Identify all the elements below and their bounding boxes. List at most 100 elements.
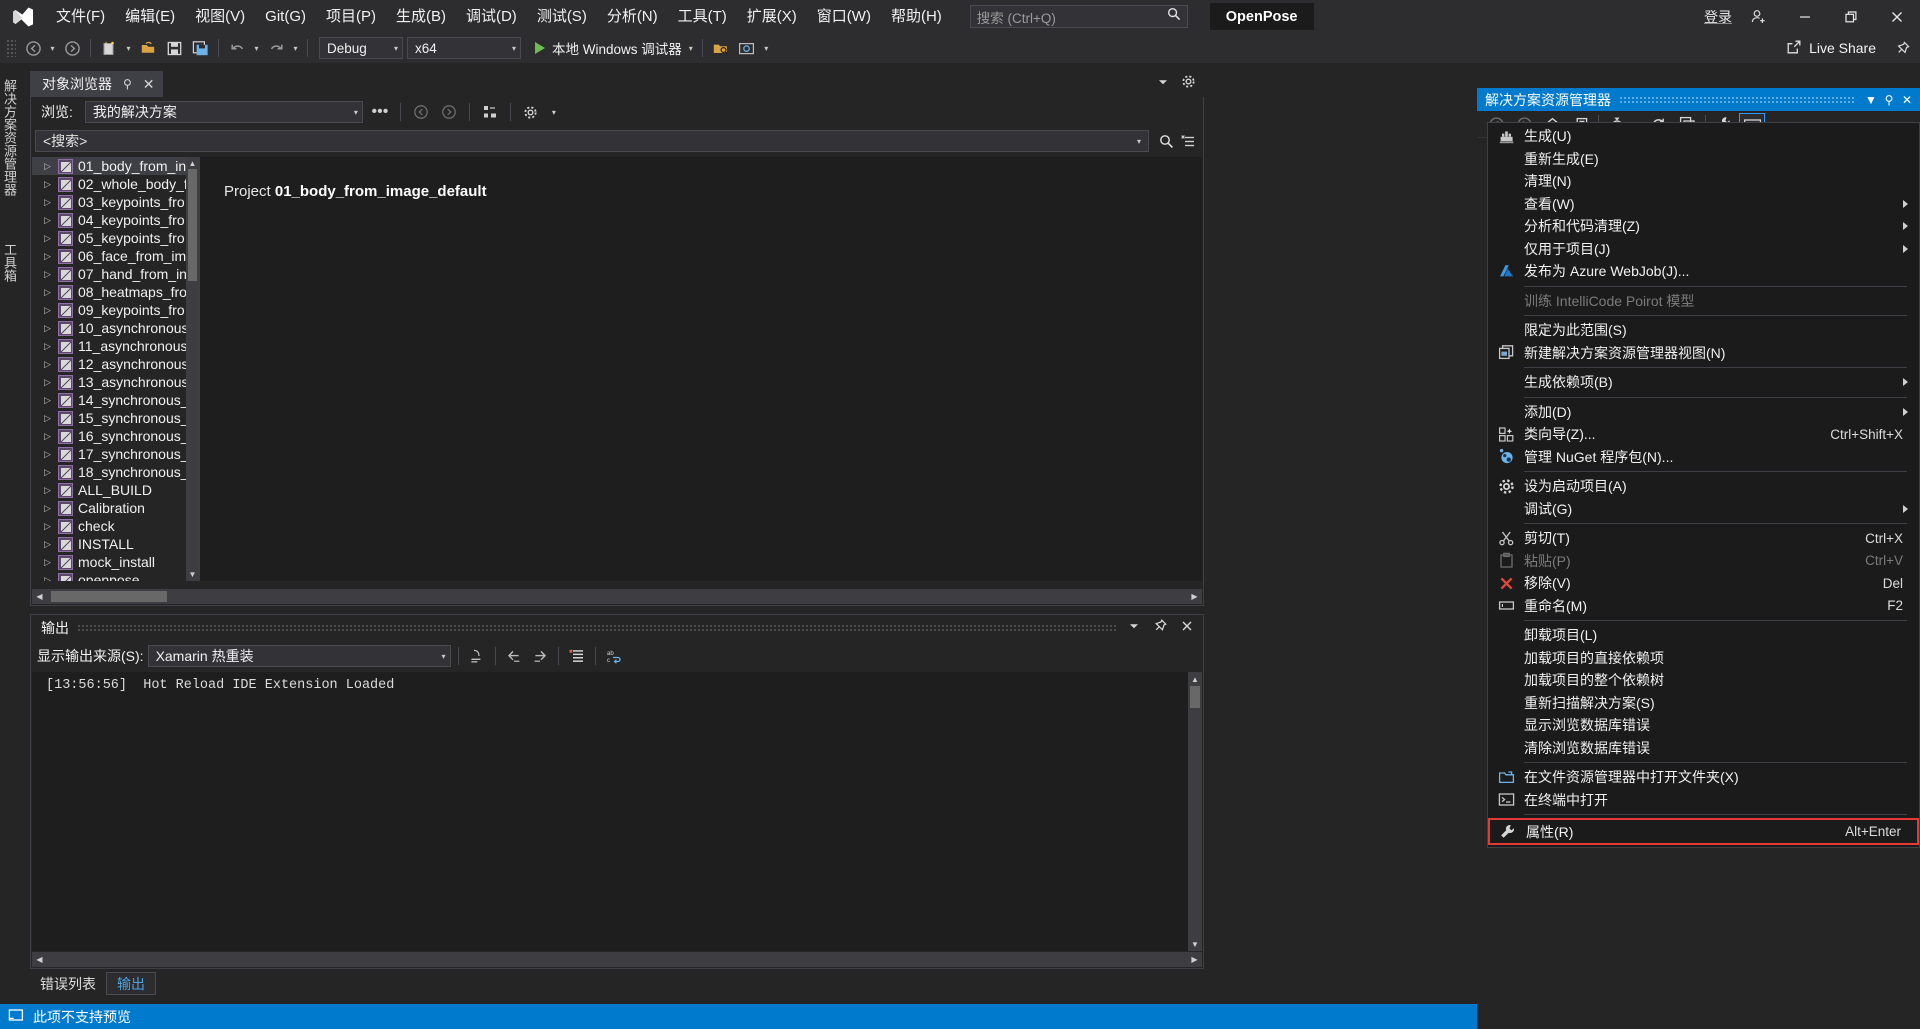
vertical-tab-toolbox[interactable]: 工具箱 [0,235,23,290]
expand-arrow-icon[interactable]: ▷ [44,431,58,442]
output-clear-all-icon[interactable] [566,645,588,667]
object-browser-clear-search-icon[interactable] [1177,130,1199,152]
expand-arrow-icon[interactable]: ▷ [44,269,58,280]
context-menu-item[interactable]: 重命名(M) F2 [1488,595,1919,618]
tab-output[interactable]: 输出 [106,972,156,995]
object-browser-tree-item[interactable]: ▷ 01_body_from_in [32,157,199,175]
new-project-icon[interactable] [96,36,122,60]
object-browser-hscrollbar[interactable]: ◀ ▶ [32,589,1202,604]
menu-debug[interactable]: 调试(D) [456,0,527,33]
menu-tools[interactable]: 工具(T) [668,0,737,33]
object-browser-tree-item[interactable]: ▷ mock_install [32,553,199,571]
save-all-icon[interactable] [187,36,213,60]
object-browser-tree-item[interactable]: ▷ 13_asynchronous [32,373,199,391]
expand-arrow-icon[interactable]: ▷ [44,467,58,478]
menu-window[interactable]: 窗口(W) [807,0,881,33]
gear-icon[interactable] [1181,74,1196,94]
context-menu-item[interactable]: 显示浏览数据库错误 [1488,714,1919,737]
close-icon[interactable]: ✕ [1898,93,1916,107]
expand-arrow-icon[interactable]: ▷ [44,251,58,262]
new-project-caret-icon[interactable]: ▾ [122,36,135,60]
context-menu-item[interactable]: 生成(U) [1488,125,1919,148]
context-menu-item[interactable]: 限定为此范围(S) [1488,319,1919,342]
project-context-menu[interactable]: 生成(U) 重新生成(E) 清理(N) 查看(W) 分析和代码清理(Z) 仅用于项目(J)… [1487,122,1920,848]
context-menu-item[interactable]: 生成依赖项(B) [1488,371,1919,394]
context-menu-item[interactable]: 加载项目的直接依赖项 [1488,647,1919,670]
scroll-up-icon[interactable]: ▲ [1188,672,1202,686]
context-menu-item[interactable]: 分析和代码清理(Z) [1488,215,1919,238]
toolbar-overflow-icon[interactable]: ▾ [760,36,773,60]
output-panel-grip[interactable] [77,624,1118,632]
live-share-button[interactable]: Live Share [1786,39,1886,58]
menu-project[interactable]: 项目(P) [316,0,386,33]
close-icon[interactable] [1181,619,1193,637]
context-menu-item[interactable]: 新建解决方案资源管理器视图(N) [1488,342,1919,365]
context-menu-item[interactable]: 添加(D) [1488,401,1919,424]
expand-arrow-icon[interactable]: ▷ [44,305,58,316]
object-browser-tree-item[interactable]: ▷ 11_asynchronous [32,337,199,355]
pin-icon[interactable]: ⚲ [1880,93,1898,107]
sign-in-link[interactable]: 登录 [1704,7,1736,27]
context-menu-item[interactable]: 管理 NuGet 程序包(N)... [1488,446,1919,469]
context-menu-item[interactable]: 属性(R) Alt+Enter [1488,818,1919,845]
context-menu-item[interactable]: 卸载项目(L) [1488,624,1919,647]
output-hscrollbar[interactable]: ◀ ▶ [32,952,1202,967]
expand-arrow-icon[interactable]: ▷ [44,449,58,460]
expand-arrow-icon[interactable]: ▷ [44,215,58,226]
menu-build[interactable]: 生成(B) [386,0,456,33]
save-icon[interactable] [161,36,187,60]
output-vscrollbar[interactable]: ▲ ▼ [1188,672,1202,951]
output-source-combo[interactable]: Xamarin 热重装 ▾ [147,645,451,667]
chevron-down-icon[interactable] [1128,619,1140,637]
menu-help[interactable]: 帮助(H) [881,0,952,33]
menu-view[interactable]: 视图(V) [185,0,255,33]
output-next-icon[interactable] [529,645,551,667]
select-start-item-icon[interactable] [708,36,734,60]
object-browser-tree-item[interactable]: ▷ 02_whole_body_f [32,175,199,193]
context-menu-item[interactable]: 在终端中打开 [1488,789,1919,812]
toolbar-grip[interactable] [6,39,16,57]
expand-arrow-icon[interactable]: ▷ [44,323,58,334]
navigate-back-caret-icon[interactable]: ▾ [46,36,59,60]
expand-arrow-icon[interactable]: ▷ [44,413,58,424]
context-menu-item[interactable]: 仅用于项目(J) [1488,238,1919,261]
object-browser-tree-item[interactable]: ▷ 14_synchronous_ [32,391,199,409]
redo-caret-icon[interactable]: ▾ [289,36,302,60]
chevron-down-icon[interactable]: ▼ [1862,93,1880,107]
output-goto-message-icon[interactable] [466,645,488,667]
solution-explorer-grip[interactable] [1619,95,1854,104]
browser-forward-icon[interactable] [438,101,460,123]
menu-file[interactable]: 文件(F) [46,0,115,33]
object-browser-tree-item[interactable]: ▷ ALL_BUILD [32,481,199,499]
expand-arrow-icon[interactable]: ▷ [44,521,58,532]
context-menu-item[interactable]: 调试(G) [1488,498,1919,521]
object-browser-sort-icon[interactable] [479,101,501,123]
toolbar-pin-icon[interactable] [1886,33,1920,63]
menu-test[interactable]: 测试(S) [527,0,597,33]
context-menu-item[interactable]: 查看(W) [1488,193,1919,216]
menu-git[interactable]: Git(G) [255,0,316,33]
object-browser-tree-item[interactable]: ▷ 12_asynchronous [32,355,199,373]
object-browser-tree-item[interactable]: ▷ 08_heatmaps_fro [32,283,199,301]
pin-icon[interactable]: ⚲ [123,77,132,91]
object-browser-tree-scrollbar[interactable]: ▲ ▼ [186,157,199,581]
expand-arrow-icon[interactable]: ▷ [44,179,58,190]
object-browser-tree-item[interactable]: ▷ Calibration [32,499,199,517]
object-browser-tree-item[interactable]: ▷ 03_keypoints_fro [32,193,199,211]
context-menu-item[interactable]: 清除浏览数据库错误 [1488,737,1919,760]
scrollbar-thumb[interactable] [1190,686,1200,708]
redo-icon[interactable] [263,36,289,60]
navigate-forward-icon[interactable] [59,36,85,60]
expand-arrow-icon[interactable]: ▷ [44,341,58,352]
scroll-right-icon[interactable]: ▶ [1187,592,1202,601]
context-menu-item[interactable]: 重新扫描解决方案(S) [1488,692,1919,715]
context-menu-item[interactable]: 发布为 Azure WebJob(J)... [1488,260,1919,283]
solution-platform-combo[interactable]: x64 ▾ [407,37,521,59]
tab-error-list[interactable]: 错误列表 [30,972,106,995]
context-menu-item[interactable]: 剪切(T) Ctrl+X [1488,527,1919,550]
expand-arrow-icon[interactable]: ▷ [44,287,58,298]
navigate-back-icon[interactable] [20,36,46,60]
pin-icon[interactable] [1154,619,1167,637]
scroll-down-icon[interactable]: ▼ [186,568,199,581]
tab-object-browser[interactable]: 对象浏览器 ⚲ ✕ [30,71,163,97]
